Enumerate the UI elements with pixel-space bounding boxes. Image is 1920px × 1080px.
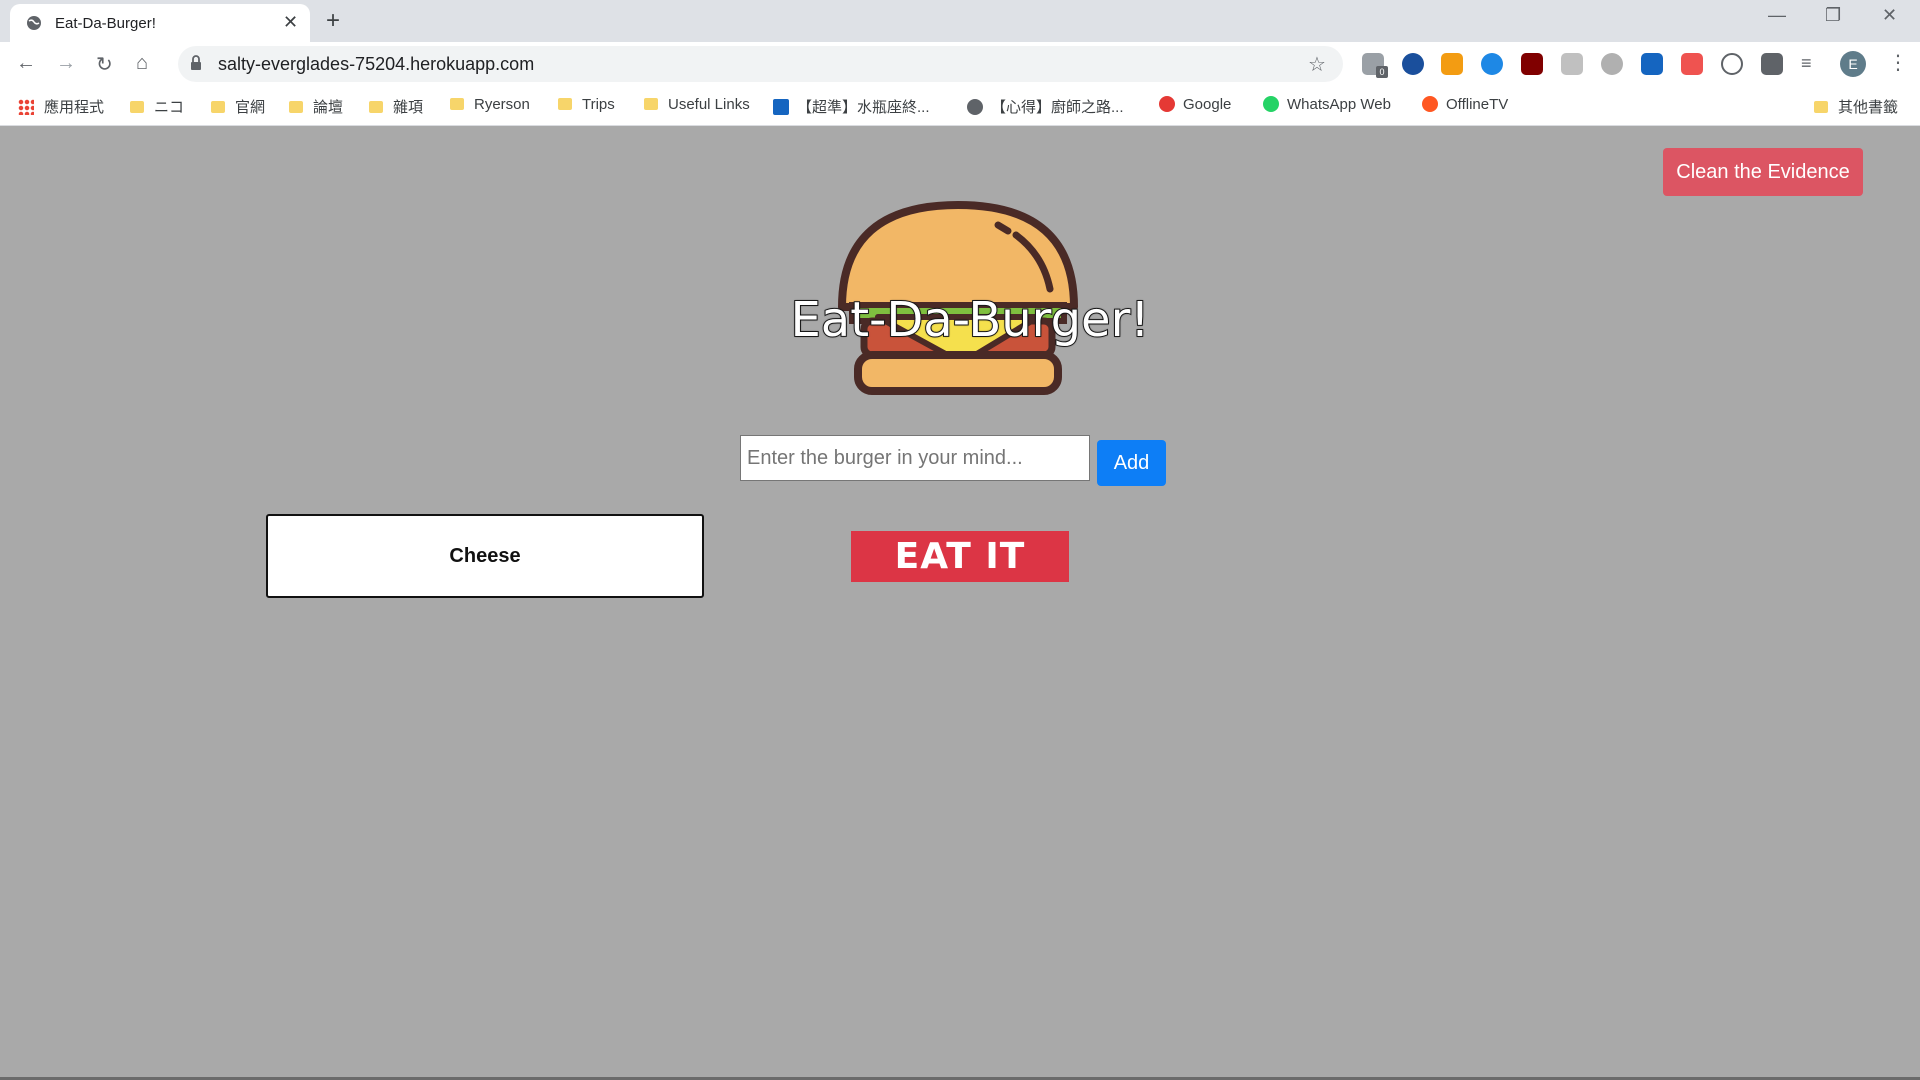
burger-name: Cheese [449, 544, 521, 567]
folder-icon [644, 98, 658, 110]
lock-icon[interactable] [190, 55, 202, 76]
extension-badge: 0 [1376, 66, 1388, 78]
page-title: Eat-Da-Burger! [789, 291, 1150, 349]
reddit-icon [1422, 96, 1438, 112]
globe-icon [967, 99, 983, 115]
extension-k-icon[interactable] [1561, 53, 1583, 75]
tab-strip: Eat-Da-Burger! ✕ + — ❐ ✕ [0, 0, 1920, 42]
bookmark-site[interactable]: 【超準】水瓶座終... [773, 96, 930, 117]
google-icon [1159, 96, 1175, 112]
bookmark-folder[interactable]: 雜項 [369, 96, 423, 117]
burger-name-input[interactable] [740, 435, 1090, 481]
media-control-icon[interactable]: ≡ [1801, 53, 1823, 75]
forward-icon[interactable]: → [56, 52, 76, 75]
bookmarks-bar: 應用程式 ニコ 官網 論壇 雜項 Ryerson Trips Useful Li… [0, 86, 1920, 126]
l-site-icon [773, 99, 789, 115]
chrome-menu-icon[interactable]: ⋮ [1888, 50, 1908, 75]
bookmark-folder[interactable]: Trips [558, 96, 615, 113]
reload-icon[interactable]: ↻ [96, 52, 113, 77]
extension-circle-icon[interactable] [1721, 53, 1743, 75]
restore-window-icon[interactable]: ❐ [1825, 5, 1841, 26]
browser-tab[interactable]: Eat-Da-Burger! ✕ [10, 4, 310, 42]
whatsapp-icon [1263, 96, 1279, 112]
extension-globe-icon[interactable] [1402, 53, 1424, 75]
folder-icon [558, 98, 572, 110]
extension-shield-icon[interactable] [1641, 53, 1663, 75]
folder-icon [211, 101, 225, 113]
bookmark-whatsapp[interactable]: WhatsApp Web [1263, 96, 1391, 113]
apps-grid-icon [18, 99, 34, 115]
burger-item: Cheese [266, 514, 704, 598]
close-window-icon[interactable]: ✕ [1882, 5, 1897, 26]
extension-arrow-icon[interactable] [1681, 53, 1703, 75]
folder-icon [130, 101, 144, 113]
browser-toolbar: ← → ↻ ⌂ salty-everglades-75204.herokuapp… [0, 42, 1920, 86]
minimize-window-icon[interactable]: — [1768, 5, 1786, 26]
bookmark-folder[interactable]: 論壇 [289, 96, 343, 117]
extensions-puzzle-icon[interactable] [1761, 53, 1783, 75]
bookmark-offlinetv[interactable]: OfflineTV [1422, 96, 1508, 113]
bookmark-star-icon[interactable]: ☆ [1308, 52, 1326, 77]
extension-earth-icon[interactable] [1481, 53, 1503, 75]
bookmark-folder[interactable]: Useful Links [644, 96, 750, 113]
tab-title: Eat-Da-Burger! [55, 15, 156, 32]
bookmark-apps[interactable]: 應用程式 [18, 96, 104, 117]
clean-evidence-button[interactable]: Clean the Evidence [1663, 148, 1863, 196]
close-tab-icon[interactable]: ✕ [283, 12, 298, 33]
extension-link-icon[interactable] [1601, 53, 1623, 75]
home-icon[interactable]: ⌂ [136, 52, 148, 75]
globe-icon [26, 15, 42, 36]
bookmark-other[interactable]: 其他書籤 [1814, 96, 1898, 117]
folder-icon [450, 98, 464, 110]
folder-icon [1814, 101, 1828, 113]
page-content: Clean the Evidence Eat-Da-Burger! Add Ch… [0, 127, 1920, 1080]
add-burger-button[interactable]: Add [1097, 440, 1166, 486]
url-text[interactable]: salty-everglades-75204.herokuapp.com [218, 54, 534, 75]
bookmark-google[interactable]: Google [1159, 96, 1231, 113]
eat-it-button[interactable]: EAT IT [851, 531, 1069, 582]
extension-bag-icon[interactable] [1441, 53, 1463, 75]
profile-avatar[interactable]: E [1840, 51, 1866, 77]
bookmark-site[interactable]: 【心得】廚師之路... [967, 96, 1124, 117]
back-icon[interactable]: ← [16, 52, 36, 75]
folder-icon [369, 101, 383, 113]
bookmark-folder[interactable]: ニコ [130, 96, 184, 117]
ublock-icon[interactable] [1521, 53, 1543, 75]
address-bar[interactable]: salty-everglades-75204.herokuapp.com ☆ [178, 46, 1343, 82]
bookmark-folder[interactable]: 官網 [211, 96, 265, 117]
folder-icon [289, 101, 303, 113]
new-tab-button[interactable]: + [326, 7, 340, 35]
bookmark-folder[interactable]: Ryerson [450, 96, 530, 113]
